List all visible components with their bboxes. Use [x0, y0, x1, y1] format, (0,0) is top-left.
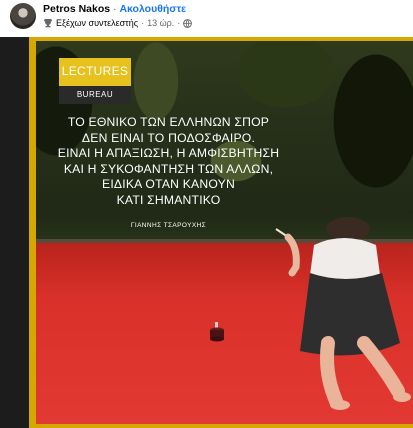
quote-line: ΕΙΝΑΙ Η ΑΠΑΞΙΩΣΗ, Η ΑΜΦΙΣΒΗΤΗΣΗ — [57, 146, 280, 160]
author-name[interactable]: Petros Nakos — [43, 3, 110, 15]
quote-line: ΕΙΔΙΚΑ ΟΤΑΝ ΚΑΝΟΥΝ — [101, 177, 236, 191]
meta-separator-2: · — [177, 18, 181, 28]
post-header: Petros Nakos · Ακολουθήστε Εξέχων συντελ… — [0, 0, 413, 36]
logo-lectures-text: LECTURES — [61, 64, 129, 78]
poster-photo: LECTURES BUREAU ΤΟ ΕΘΝΙΚΟ ΤΩΝ ΕΛΛΗΝΩΝ ΣΠ… — [36, 41, 413, 424]
author-line: Petros Nakos · Ακολουθήστε — [43, 3, 186, 16]
quote-line: ΚΑΤΙ ΣΗΜΑΝΤΙΚΟ — [116, 192, 221, 207]
ashtray-illustration — [210, 322, 224, 342]
lectures-bureau-logo: LECTURES BUREAU — [59, 58, 131, 104]
top-contributor-badge-icon — [43, 18, 53, 28]
post-time[interactable]: 13 ώρ. — [147, 17, 174, 29]
follow-button[interactable]: Ακολουθήστε — [119, 3, 186, 15]
top-contributor-badge[interactable]: Εξέχων συντελεστής — [56, 17, 138, 29]
separator-dot: · — [113, 3, 117, 15]
quote-line: ΤΟ ΕΘΝΙΚΟ ΤΩΝ ΕΛΛΗΝΩΝ ΣΠΟΡ — [67, 115, 270, 129]
quote-line: ΔΕΝ ΕΙΝΑΙ ΤΟ ΠΟΔΟΣΦΑΙΡΟ. — [81, 130, 256, 145]
reclining-woman-illustration — [275, 217, 411, 410]
logo-bureau-text: BUREAU — [59, 86, 131, 104]
quote-line: ΚΑΙ Η ΣΥΚΟΦΑΝΤΗΣΗ ΤΩΝ ΑΛΛΩΝ, — [63, 161, 274, 176]
post-meta: Εξέχων συντελεστής · 13 ώρ. · — [43, 17, 193, 29]
post-image[interactable]: LECTURES BUREAU ΤΟ ΕΘΝΙΚΟ ΤΩΝ ΕΛΛΗΝΩΝ ΣΠ… — [0, 37, 413, 428]
author-avatar[interactable] — [10, 3, 36, 29]
globe-icon[interactable] — [183, 18, 193, 28]
quote-text: ΤΟ ΕΘΝΙΚΟ ΤΩΝ ΕΛΛΗΝΩΝ ΣΠΟΡ ΔΕΝ ΕΙΝΑΙ ΤΟ … — [46, 115, 291, 208]
meta-separator: · — [141, 18, 145, 28]
